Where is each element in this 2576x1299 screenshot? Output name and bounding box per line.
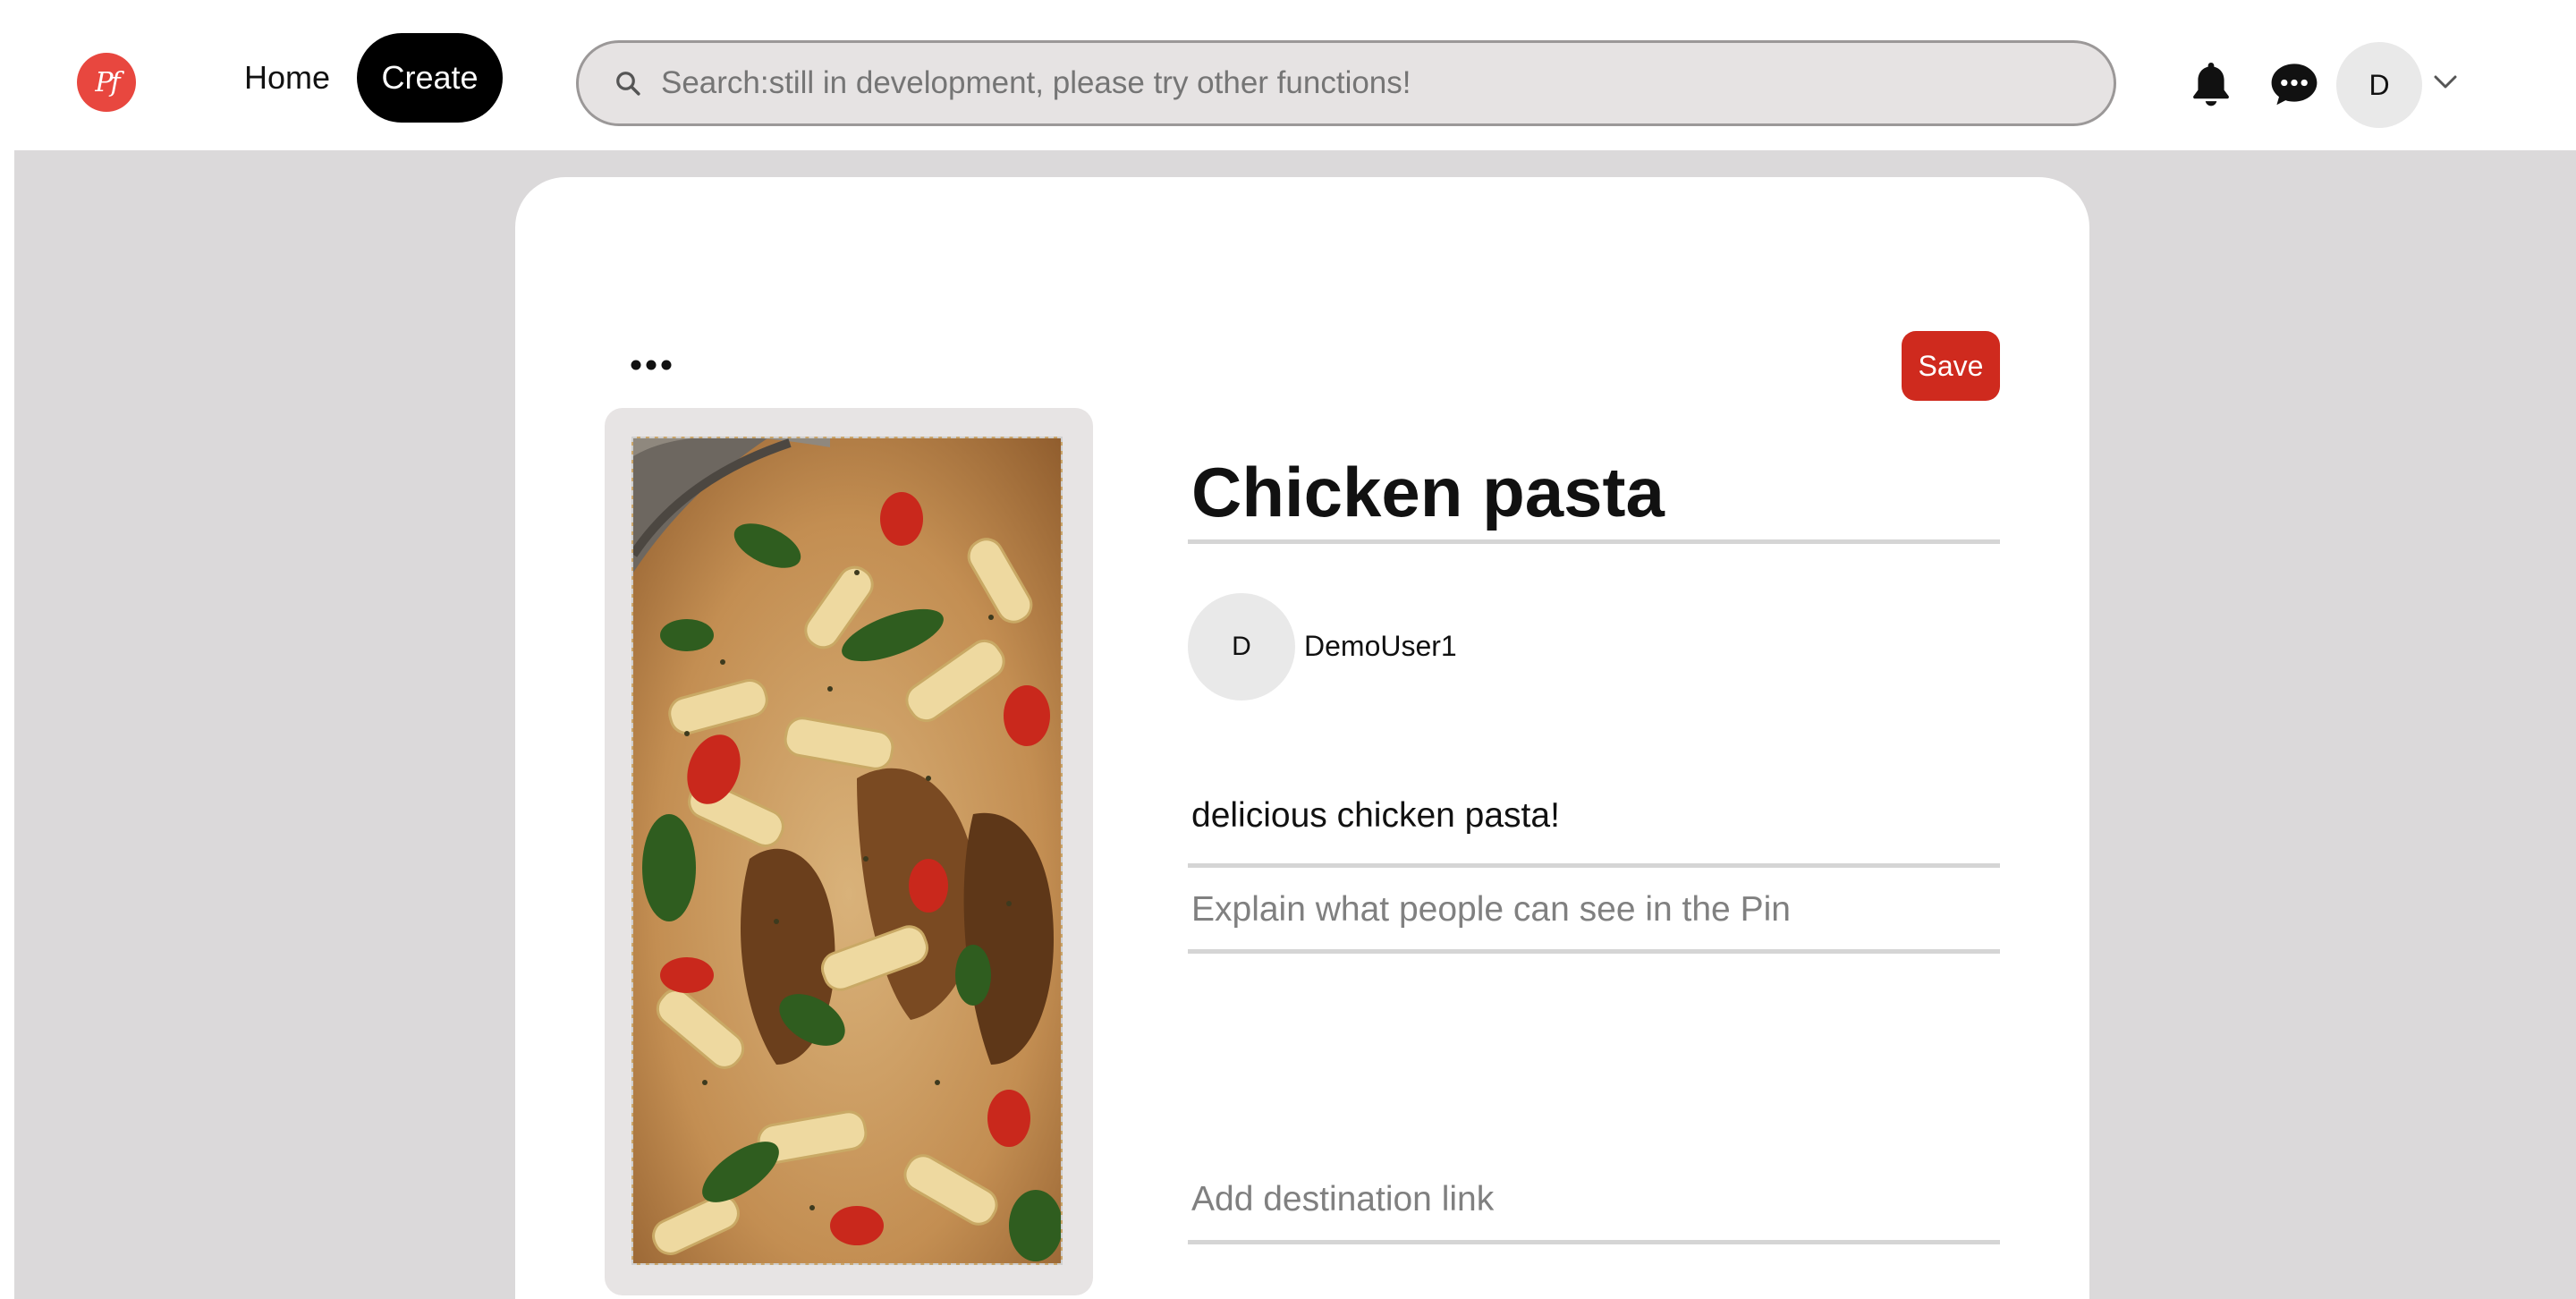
pin-title-field[interactable]: Chicken pasta [1188, 446, 2000, 544]
messages-button[interactable] [2265, 55, 2324, 113]
logo-text: Pf [95, 66, 120, 98]
alt-text-input[interactable] [1188, 889, 2000, 930]
pin-editor-card: Save Chicken pasta D DemoUser1 delicious… [515, 177, 2089, 1299]
destination-link-field[interactable] [1188, 1159, 2000, 1244]
search-icon [616, 72, 640, 96]
chevron-down-icon [2434, 75, 2457, 89]
nav-home-link[interactable]: Home [220, 33, 354, 123]
top-navigation-bar: Pf Home Create D [0, 0, 2576, 150]
pin-image[interactable] [631, 437, 1063, 1265]
alt-text-field[interactable] [1188, 870, 2000, 954]
save-button[interactable]: Save [1902, 331, 2000, 401]
bell-icon [2193, 63, 2229, 106]
author-avatar[interactable]: D [1188, 593, 1295, 700]
search-bar[interactable] [576, 40, 2116, 126]
description-field[interactable] [1188, 768, 2000, 868]
description-input[interactable] [1188, 794, 2000, 836]
ellipsis-icon [631, 360, 672, 370]
search-input[interactable] [659, 64, 2072, 102]
pin-image-container [605, 408, 1093, 1295]
chat-bubble-icon [2271, 64, 2318, 106]
app-logo[interactable]: Pf [77, 53, 136, 112]
account-menu-button[interactable] [2431, 68, 2460, 97]
pin-title: Chicken pasta [1191, 453, 1665, 531]
notifications-button[interactable] [2182, 55, 2240, 113]
author-name: DemoUser1 [1304, 630, 1457, 662]
more-options-button[interactable] [623, 347, 680, 383]
pin-detail-backdrop: Save Chicken pasta D DemoUser1 delicious… [14, 150, 2576, 1299]
nav-create-button[interactable]: Create [357, 33, 503, 123]
user-avatar-button[interactable]: D [2336, 42, 2422, 128]
destination-link-input[interactable] [1188, 1179, 2000, 1220]
chicken-pasta-photo [633, 438, 1061, 1263]
